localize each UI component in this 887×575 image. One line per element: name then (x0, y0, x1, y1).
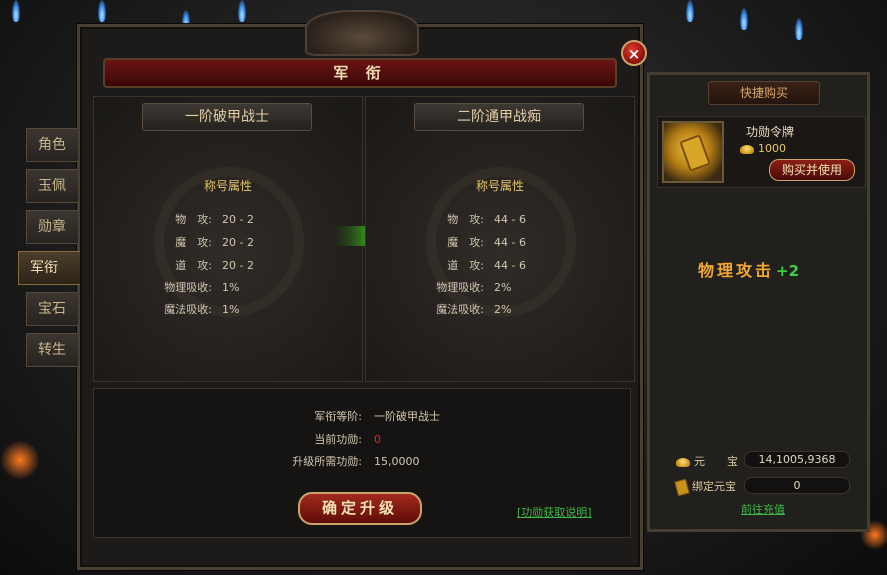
attr-value: 1% (222, 281, 240, 294)
tab-character[interactable]: 角色 (26, 128, 78, 162)
scroll-icon (674, 478, 690, 496)
attr-title: 称号属性 (475, 179, 524, 193)
attr-label: 魔法吸收: (436, 303, 484, 316)
attr-row: 魔法吸收: 1% (152, 301, 239, 317)
tab-medal[interactable]: 勋章 (26, 210, 78, 244)
blue-flame-decoration (686, 0, 694, 22)
attr-value: 44 - 6 (494, 213, 526, 226)
bonus-value: +2 (776, 262, 800, 280)
blue-flame-decoration (98, 0, 106, 22)
close-icon: × (627, 45, 641, 63)
current-merit-label: 当前功勋: (314, 433, 362, 446)
attr-row: 魔 攻: 20 - 2 (152, 234, 254, 250)
ember-decoration (0, 440, 40, 480)
item-price-value: 1000 (758, 142, 786, 155)
bound-yuanbao-label: 绑定元宝 (692, 480, 736, 493)
attr-label: 魔 攻: (447, 236, 484, 249)
blue-flame-decoration (12, 0, 20, 22)
attr-row: 物理吸收: 1% (152, 279, 239, 295)
buy-and-use-button[interactable]: 购买并使用 (769, 159, 855, 181)
rank-level-row: 军衔等阶: 一阶破甲战士 (242, 408, 440, 424)
current-rank-name: 一阶破甲战士 (142, 103, 312, 131)
bound-yuanbao-value: 0 (744, 477, 850, 494)
bound-yuanbao-row: 绑定元宝 (674, 478, 736, 496)
gold-ingot-icon (676, 457, 690, 467)
bonus-text: 物理攻击 +2 (698, 257, 799, 281)
attr-row: 物 攻: 44 - 6 (424, 211, 526, 227)
attr-row: 魔 攻: 44 - 6 (424, 234, 526, 250)
blue-flame-decoration (795, 18, 803, 40)
bonus-label: 物理攻击 (698, 261, 775, 280)
recharge-link[interactable]: 前往充值 (741, 501, 785, 517)
yuanbao-label: 元 宝 (694, 455, 738, 468)
next-rank-name: 二阶通甲战痴 (414, 103, 584, 131)
attr-value: 2% (494, 281, 512, 294)
attr-label: 物理吸收: (436, 281, 484, 294)
current-merit-value: 0 (374, 433, 381, 446)
item-name: 功勋令牌 (746, 125, 795, 139)
attr-label: 魔法吸收: (164, 303, 212, 316)
yuanbao-row: 元 宝 (676, 453, 738, 469)
attr-title: 称号属性 (203, 179, 252, 193)
blue-flame-decoration (740, 8, 748, 30)
attr-value: 20 - 2 (222, 236, 254, 249)
required-merit-label: 升级所需功勋: (292, 455, 362, 468)
attr-label: 物 攻: (175, 213, 212, 226)
close-button[interactable]: × (621, 40, 647, 66)
required-merit-value: 15,0000 (374, 455, 420, 468)
rank-level-value: 一阶破甲战士 (374, 410, 440, 423)
attr-value: 44 - 6 (494, 236, 526, 249)
attr-row: 物理吸收: 2% (424, 279, 511, 295)
attr-label: 道 攻: (447, 259, 484, 272)
medal-token-icon[interactable] (662, 121, 724, 183)
tab-gem[interactable]: 宝石 (26, 292, 78, 326)
attr-label: 魔 攻: (175, 236, 212, 249)
confirm-upgrade-button[interactable]: 确定升级 (298, 492, 422, 525)
quick-buy-title: 快捷购买 (708, 81, 820, 105)
attr-value: 20 - 2 (222, 213, 254, 226)
required-merit-row: 升级所需功勋: 15,0000 (242, 453, 420, 469)
current-merit-row: 当前功勋: 0 (242, 431, 381, 447)
crest-ornament (305, 10, 419, 56)
attr-value: 1% (222, 303, 240, 316)
rank-level-label: 军衔等阶: (314, 410, 362, 423)
next-rank-panel: 二阶通甲战痴 称号属性 物 攻: 44 - 6 魔 攻: 44 - 6 道 攻: 44… (365, 96, 635, 382)
attr-label: 道 攻: (175, 259, 212, 272)
attr-label: 物理吸收: (164, 281, 212, 294)
gold-ingot-icon (740, 144, 754, 154)
attr-value: 44 - 6 (494, 259, 526, 272)
attr-label: 物 攻: (447, 213, 484, 226)
attr-row: 道 攻: 20 - 2 (152, 257, 254, 273)
yuanbao-value: 14,1005,9368 (744, 451, 850, 468)
current-rank-panel: 一阶破甲战士 称号属性 物 攻: 20 - 2 魔 攻: 20 - 2 道 攻: 20… (93, 96, 363, 382)
window-title: 军 衔 (103, 58, 617, 88)
attr-value: 2% (494, 303, 512, 316)
merit-help-link[interactable]: [功勋获取说明] (517, 504, 592, 520)
tab-jade[interactable]: 玉佩 (26, 169, 78, 203)
attr-row: 物 攻: 20 - 2 (152, 211, 254, 227)
attr-value: 20 - 2 (222, 259, 254, 272)
attr-row: 魔法吸收: 2% (424, 301, 511, 317)
blue-flame-decoration (238, 0, 246, 22)
item-price: 1000 (740, 142, 786, 155)
attr-row: 道 攻: 44 - 6 (424, 257, 526, 273)
tab-rebirth[interactable]: 转生 (26, 333, 78, 367)
tab-rank[interactable]: 军衔 (18, 251, 80, 285)
